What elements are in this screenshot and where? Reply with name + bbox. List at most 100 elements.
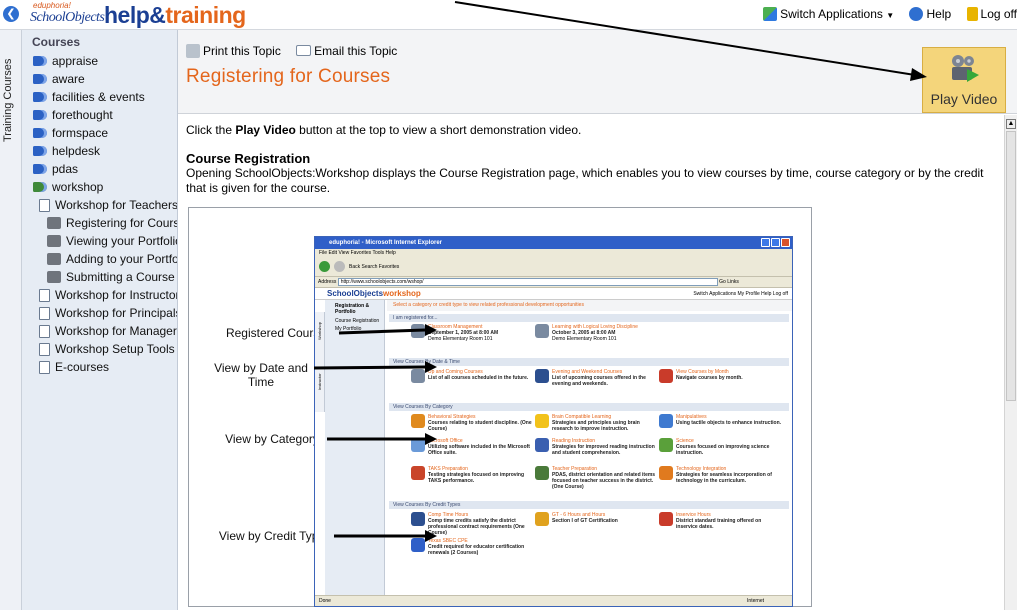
mini-toolbar-labels: Back Search Favorites — [349, 264, 400, 270]
training-courses-tab-label: Training Courses — [2, 58, 14, 142]
printer-icon — [186, 44, 200, 58]
mini-app-links: Switch Applications My Profile Help Log … — [693, 291, 788, 297]
open-book-icon — [33, 182, 47, 192]
mini-item-icon — [411, 538, 425, 552]
topic-content: Click the Play Video button at the top t… — [178, 115, 1004, 610]
mini-left-item: My Portfolio — [335, 326, 362, 332]
mini-item-desc: PDAS, district orientation and related i… — [552, 472, 656, 490]
mini-side-tab-instructor: Instructor — [317, 373, 322, 390]
chevron-down-icon: ▼ — [886, 11, 895, 20]
switch-applications-icon — [763, 7, 778, 21]
mini-item-text: Brain Compatible Learning Strategies and … — [552, 414, 660, 432]
sidebar-item-label: appraise — [52, 54, 99, 68]
sidebar-item[interactable]: formspace — [22, 124, 177, 142]
mini-item-icon — [535, 369, 549, 383]
movie-icon — [47, 253, 61, 265]
callout-category: View by Category — [225, 432, 319, 446]
mini-item-icon — [659, 466, 673, 480]
log-off-button[interactable]: Log off — [966, 7, 1017, 21]
sidebar-item[interactable]: workshop — [22, 178, 177, 196]
book-icon — [33, 92, 47, 102]
sidebar-item[interactable]: facilities & events — [22, 88, 177, 106]
training-courses-tab[interactable]: Training Courses — [0, 30, 22, 610]
mini-item-text: Manipulatives Using tactile objects to en… — [676, 414, 784, 426]
mini-item-desc: Using tactile objects to enhance instruc… — [676, 420, 782, 426]
mini-section-registered: I am registered for... — [389, 314, 789, 322]
email-topic-label: Email this Topic — [314, 44, 398, 58]
mini-item-text: Microsoft Office Utilizing software inclu… — [428, 438, 536, 456]
mini-status-bar: Done Internet — [315, 595, 792, 606]
print-topic-link[interactable]: Print this Topic — [186, 44, 281, 58]
sidebar-item[interactable]: appraise — [22, 52, 177, 70]
mini-item-text: Texas SBEC CPE Credit required for educat… — [428, 538, 536, 556]
sidebar-item[interactable]: E-courses — [22, 358, 177, 376]
mini-side-tab-workshop: Workshop — [317, 322, 322, 340]
content-scrollbar[interactable]: ▲ — [1004, 115, 1017, 610]
mini-item-text: View Courses by Month Navigate courses by… — [676, 369, 784, 381]
page-icon — [39, 361, 50, 374]
mini-item-text: Classroom Management September 1, 2005 at… — [428, 324, 536, 342]
sidebar-item-label: workshop — [52, 180, 104, 194]
mini-item-text: Up and Coming Courses List of all courses… — [428, 369, 536, 381]
email-topic-link[interactable]: Email this Topic — [296, 44, 397, 58]
mini-item-text: Evening and Weekend Courses List of upcom… — [552, 369, 660, 387]
sidebar-item-label: forethought — [52, 108, 113, 122]
sidebar-item-label: formspace — [52, 126, 109, 140]
play-video-button[interactable]: Play Video — [922, 47, 1006, 113]
mini-item-icon — [659, 512, 673, 526]
mini-item-sub: Demo Elementary Room 101 — [552, 336, 617, 342]
mini-item-icon — [535, 438, 549, 452]
mini-item-icon — [411, 512, 425, 526]
mini-item-icon — [535, 324, 549, 338]
embedded-browser-screenshot: eduphoria! - Microsoft Internet Explorer… — [314, 236, 793, 607]
sidebar-item[interactable]: Workshop Setup Tools — [22, 340, 177, 358]
mini-address-field: http://www.schoolobjects.com/wshop/ — [337, 277, 718, 286]
page-icon — [39, 307, 50, 320]
back-arrow-icon[interactable]: ❮ — [3, 6, 19, 22]
intro-suffix: button at the top to view a short demons… — [295, 123, 582, 137]
top-links: Switch Applications ▼ Help Log off — [751, 7, 1017, 23]
sidebar-item[interactable]: Workshop for Teachers — [22, 196, 177, 214]
intro-prefix: Click the — [186, 123, 236, 137]
scroll-thumb[interactable] — [1006, 131, 1016, 401]
sidebar-item[interactable]: forethought — [22, 106, 177, 124]
sidebar-item[interactable]: Registering for Courses — [22, 214, 177, 232]
sidebar-item-label: pdas — [52, 162, 79, 176]
logo-help: help& — [104, 2, 166, 28]
sidebar-item-label: Viewing your Portfolio — [66, 234, 178, 248]
lock-icon — [966, 7, 978, 21]
mini-item-desc: Utilizing software included in the Micro… — [428, 444, 530, 456]
mini-maximize-icon — [771, 238, 780, 247]
sidebar-item[interactable]: Viewing your Portfolio — [22, 232, 177, 250]
courses-heading: Courses — [32, 35, 81, 49]
mini-toolbar: Back Search Favorites — [315, 258, 792, 277]
mini-item-text: GT - 6 Hours and Hours Section I of GT Ce… — [552, 512, 660, 524]
mini-item-desc: List of all courses scheduled in the fut… — [428, 375, 529, 381]
logo-school: SchoolObjects — [30, 10, 105, 25]
mini-item-desc: Courses relating to student discipline. … — [428, 420, 532, 432]
sidebar-item[interactable]: aware — [22, 70, 177, 88]
sidebar-item[interactable]: Submitting a Course — [22, 268, 177, 286]
scroll-up-icon[interactable]: ▲ — [1006, 119, 1016, 129]
mini-item-text: Inservice Hours District standard trainin… — [676, 512, 784, 530]
switch-applications-button[interactable]: Switch Applications ▼ — [763, 7, 894, 21]
sidebar-item[interactable]: Adding to your Portfolio — [22, 250, 177, 268]
mini-section-category: View Courses By Category — [389, 403, 789, 411]
book-icon — [33, 146, 47, 156]
mini-status-zone: Internet — [747, 598, 764, 604]
mini-status-done: Done — [319, 598, 331, 604]
mini-item-desc: List of upcoming courses offered in the … — [552, 375, 646, 387]
sidebar-item[interactable]: Workshop for Managers — [22, 322, 177, 340]
mini-item-icon — [659, 438, 673, 452]
sidebar-item[interactable]: pdas — [22, 160, 177, 178]
mini-item-desc: Navigate courses by month. — [676, 375, 743, 381]
sidebar-item[interactable]: Workshop for Principals — [22, 304, 177, 322]
mini-left-item: Course Registration — [335, 318, 380, 324]
mini-item-sub: Demo Elementary Room 101 — [428, 336, 493, 342]
sidebar-item[interactable]: Workshop for Instructors — [22, 286, 177, 304]
mini-item-icon — [411, 466, 425, 480]
sidebar-item[interactable]: helpdesk — [22, 142, 177, 160]
mini-item-desc: Strategies for improved reading instruct… — [552, 444, 655, 456]
mini-item-desc: Comp time credits satisfy the district p… — [428, 518, 525, 536]
help-button[interactable]: Help — [909, 7, 951, 21]
